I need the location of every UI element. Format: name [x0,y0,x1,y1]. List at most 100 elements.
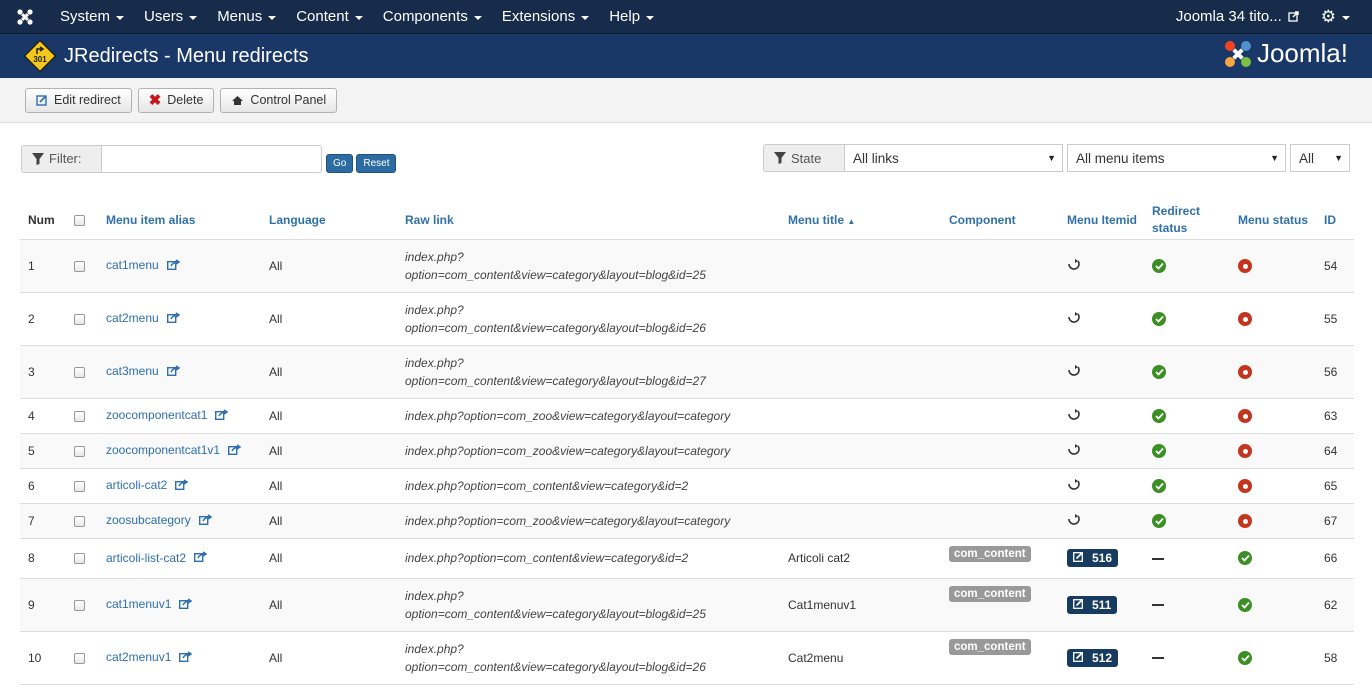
alias-link[interactable]: cat1menu [106,258,159,272]
row-component-cell: com_content [941,538,1059,579]
alias-link[interactable]: cat2menuv1 [106,650,171,664]
unpublished-icon[interactable] [1238,479,1252,494]
gear-icon: ⚙ [1320,6,1336,26]
row-checkbox-cell [66,239,98,293]
col-redirect-status[interactable]: Redirect status [1144,201,1230,240]
all-select[interactable]: All ▼ [1290,144,1350,172]
chevron-down-icon [268,15,277,20]
site-link[interactable]: Joomla 34 tito... [1176,8,1321,25]
row-checkbox[interactable] [74,515,85,527]
joomla-logo-icon[interactable] [0,8,50,26]
row-checkbox[interactable] [74,652,85,664]
col-menu-status[interactable]: Menu status [1230,201,1316,240]
check-circle-icon[interactable] [1238,551,1252,565]
col-id[interactable]: ID [1316,201,1354,240]
external-link-icon[interactable] [179,598,193,612]
links-select[interactable]: All links ▼ [845,144,1063,172]
nav-menu-content[interactable]: Content [286,0,373,34]
reset-button[interactable]: Reset [356,154,397,173]
external-link-icon[interactable] [194,551,208,565]
alias-link[interactable]: zoosubcategory [106,513,191,527]
control-panel-button[interactable]: Control Panel [220,87,338,113]
refresh-icon[interactable] [1067,409,1080,423]
check-circle-icon[interactable] [1152,408,1166,423]
unpublished-icon[interactable] [1238,514,1252,529]
check-circle-icon[interactable] [1152,258,1166,273]
edit-icon [36,95,47,106]
check-circle-icon[interactable] [1238,597,1252,612]
edit-redirect-button[interactable]: Edit redirect [25,87,132,113]
raw-link-line: index.php?option=com_zoo&view=category&l… [405,408,731,423]
alias-link[interactable]: articoli-list-cat2 [106,551,186,565]
refresh-icon[interactable] [1067,259,1080,273]
refresh-icon[interactable] [1067,312,1080,326]
unpublished-icon[interactable] [1238,444,1252,459]
nav-menu-users[interactable]: Users [134,0,207,34]
col-select-all [66,201,98,240]
check-circle-icon[interactable] [1152,513,1166,528]
check-circle-icon[interactable] [1152,311,1166,326]
row-id: 62 [1316,578,1354,632]
row-checkbox[interactable] [74,553,85,565]
external-link-icon[interactable] [228,444,242,458]
refresh-icon[interactable] [1067,514,1080,528]
unpublished-icon[interactable] [1238,259,1252,274]
go-button[interactable]: Go [326,154,354,173]
nav-menu-help[interactable]: Help [599,0,664,34]
check-circle-icon[interactable] [1152,443,1166,458]
table-row: 9 cat1menuv1 All index.php? option=com_co… [20,578,1354,632]
menu-items-select[interactable]: All menu items ▼ [1067,144,1286,172]
delete-label: Delete [167,93,204,107]
alias-link[interactable]: zoocomponentcat1v1 [106,443,220,457]
check-circle-icon[interactable] [1238,650,1252,665]
row-checkbox[interactable] [74,445,85,457]
refresh-icon[interactable] [1067,365,1080,379]
col-language[interactable]: Language [261,201,397,240]
row-checkbox[interactable] [74,366,85,378]
delete-button[interactable]: ✖ Delete [137,87,215,113]
col-component[interactable]: Component [941,201,1059,240]
external-link-icon[interactable] [198,514,213,528]
alias-link[interactable]: cat1menuv1 [106,597,171,611]
select-all-checkbox[interactable] [74,215,85,227]
col-raw-link[interactable]: Raw link [397,201,780,240]
external-link-icon[interactable] [179,651,193,665]
filter-input[interactable] [102,144,322,173]
row-language: All [261,398,397,434]
row-checkbox[interactable] [74,410,85,422]
refresh-icon[interactable] [1067,479,1080,493]
menu-itemid-badge[interactable]: 511 [1067,595,1118,614]
menu-itemid-badge[interactable]: 512 [1067,648,1119,667]
alias-link[interactable]: cat2menu [106,311,159,325]
row-checkbox[interactable] [74,260,85,272]
row-checkbox[interactable] [74,480,85,492]
menu-itemid-badge[interactable]: 516 [1067,549,1119,567]
col-alias[interactable]: Menu item alias [98,201,261,240]
external-link-icon[interactable] [166,259,181,273]
settings-menu[interactable]: ⚙ [1321,7,1372,27]
refresh-icon[interactable] [1067,444,1080,458]
alias-link[interactable]: articoli-cat2 [106,478,167,492]
row-checkbox[interactable] [74,599,85,611]
unpublished-icon[interactable] [1238,312,1252,327]
external-link-icon[interactable] [175,479,189,493]
nav-menu-system[interactable]: System [50,0,134,34]
unpublished-icon[interactable] [1238,409,1252,424]
unpublished-icon[interactable] [1238,365,1252,380]
external-link-icon[interactable] [166,312,181,326]
external-link-icon[interactable] [215,409,229,423]
external-link-icon[interactable] [166,365,181,379]
nav-menu-menus[interactable]: Menus [207,0,286,34]
row-checkbox[interactable] [74,313,85,325]
col-menu-title[interactable]: Menu title ▲ [780,201,941,240]
nav-menu-extensions[interactable]: Extensions [492,0,599,34]
chevron-down-icon [1342,15,1350,20]
nav-menu-components[interactable]: Components [373,0,492,34]
row-menu-itemid-cell: 511 [1059,578,1144,632]
check-circle-icon[interactable] [1152,478,1166,493]
col-menu-itemid[interactable]: Menu Itemid [1059,201,1144,240]
alias-link[interactable]: cat3menu [106,364,159,378]
row-raw-link: index.php? option=com_content&view=catego… [397,292,780,346]
check-circle-icon[interactable] [1152,364,1166,379]
alias-link[interactable]: zoocomponentcat1 [106,408,207,422]
